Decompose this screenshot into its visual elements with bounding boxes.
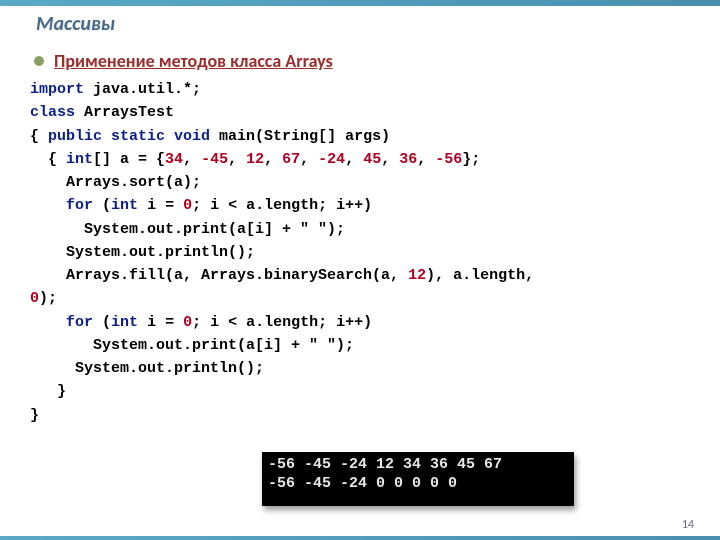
code-text: {: [30, 151, 66, 168]
num: 36: [399, 151, 417, 168]
kw-import: import: [30, 81, 84, 98]
bottom-accent-bar: [0, 536, 720, 540]
code-text: i =: [138, 197, 183, 214]
console-output: -56 -45 -24 12 34 36 45 67 -56 -45 -24 0…: [262, 452, 574, 506]
code-text: [30, 197, 66, 214]
code-text: );: [39, 290, 57, 307]
code-text: Arrays.fill(a, Arrays.binarySearch(a,: [30, 267, 408, 284]
console-line: -56 -45 -24 0 0 0 0 0: [268, 475, 457, 492]
bullet-row: Применение методов класса Arrays: [34, 50, 692, 72]
code-text: ), a.length,: [426, 267, 534, 284]
content-area: Применение методов класса Arrays import …: [0, 36, 720, 427]
num: -45: [201, 151, 228, 168]
code-text: (: [93, 197, 111, 214]
code-block: import java.util.*; class ArraysTest { p…: [30, 78, 692, 427]
code-text: ; i < a.length; i++): [192, 197, 372, 214]
num: 67: [282, 151, 300, 168]
kw-class: class: [30, 104, 75, 121]
code-text: main(String[] args): [210, 128, 390, 145]
code-text: ; i < a.length; i++): [192, 314, 372, 331]
code-text: java.util.*;: [84, 81, 201, 98]
kw-int: int: [111, 314, 138, 331]
code-text: System.out.print(a[i] + " ");: [30, 337, 354, 354]
num: 0: [30, 290, 39, 307]
kw-public-static-void: public static void: [48, 128, 210, 145]
num: 34: [165, 151, 183, 168]
console-line: -56 -45 -24 12 34 36 45 67: [268, 456, 502, 473]
num: 45: [363, 151, 381, 168]
kw-int: int: [66, 151, 93, 168]
num: 12: [408, 267, 426, 284]
code-text: ArraysTest: [75, 104, 174, 121]
num: 0: [183, 314, 192, 331]
code-text: System.out.println();: [30, 360, 264, 377]
num: 12: [246, 151, 264, 168]
kw-for: for: [66, 314, 93, 331]
code-text: [30, 314, 66, 331]
subheading: Применение методов класса Arrays: [54, 50, 333, 72]
code-text: {: [30, 128, 48, 145]
code-text: };: [462, 151, 480, 168]
code-text: i =: [138, 314, 183, 331]
bullet-icon: [34, 56, 44, 66]
num: -24: [318, 151, 345, 168]
code-text: Arrays.sort(a);: [30, 174, 201, 191]
num: 0: [183, 197, 192, 214]
code-text: System.out.println();: [30, 244, 255, 261]
code-text: }: [30, 383, 66, 400]
slide-title: Массивы: [0, 6, 720, 36]
code-text: [] a = {: [93, 151, 165, 168]
kw-for: for: [66, 197, 93, 214]
page-number: 14: [682, 518, 694, 532]
code-text: System.out.print(a[i] + " ");: [30, 221, 345, 238]
num: -56: [435, 151, 462, 168]
code-text: }: [30, 407, 39, 424]
kw-int: int: [111, 197, 138, 214]
code-text: (: [93, 314, 111, 331]
